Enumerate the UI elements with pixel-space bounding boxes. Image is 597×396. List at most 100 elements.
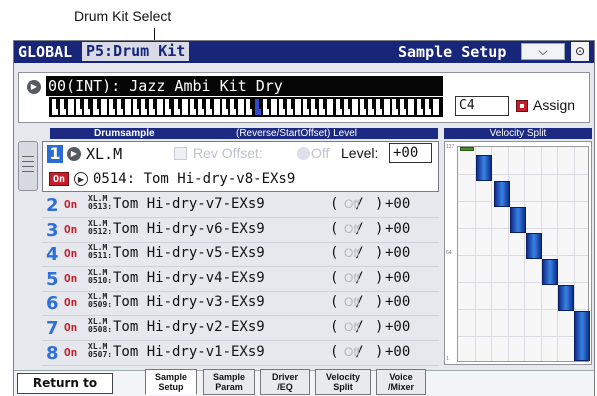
tab-sample-setup[interactable]: Sample Setup — [145, 369, 197, 395]
sample-row[interactable]: 2 On XL.M 0513: Tom Hi-dry-v7-EXs9( / Off) +00 — [42, 193, 439, 218]
piano-black-key[interactable] — [258, 99, 262, 109]
level-value[interactable]: +00 — [385, 344, 410, 360]
multisample-name[interactable]: Tom Hi-dry-v6-EXs9 — [113, 221, 265, 237]
sample-on-button[interactable]: On — [64, 296, 77, 309]
piano-black-key[interactable] — [169, 99, 173, 109]
velocity-zone-bar[interactable] — [510, 207, 526, 233]
sample-row[interactable]: 7 On XL.M 0508: Tom Hi-dry-v2-EXs9( / Off) +00 — [42, 316, 439, 341]
piano-black-key[interactable] — [193, 99, 197, 109]
piano-black-key[interactable] — [120, 99, 124, 109]
piano-key[interactable] — [351, 99, 358, 115]
piano-black-key[interactable] — [380, 99, 383, 109]
piano-black-key[interactable] — [201, 99, 205, 109]
sample-on-button[interactable]: On — [64, 247, 77, 260]
key-note-field[interactable]: C4 — [455, 96, 509, 116]
offset-value[interactable]: Off — [344, 222, 360, 236]
offset-value[interactable]: Off — [344, 246, 360, 260]
piano-black-key[interactable] — [420, 99, 424, 109]
lock-button[interactable]: ⊙ — [571, 42, 589, 61]
level-value[interactable]: +00 — [385, 294, 410, 310]
tab-sample-param[interactable]: Sample Param — [203, 369, 255, 395]
sample-on-button[interactable]: On — [64, 198, 77, 211]
bank-value[interactable]: XL.M — [86, 145, 122, 163]
piano-black-key[interactable] — [307, 99, 311, 109]
piano-key[interactable] — [295, 99, 301, 115]
piano-key[interactable] — [408, 99, 415, 115]
piano-black-key[interactable] — [209, 99, 213, 109]
assign-checkbox[interactable] — [516, 100, 528, 112]
piano-black-key[interactable] — [177, 99, 181, 109]
piano-black-key[interactable] — [56, 99, 59, 109]
level-field[interactable]: +00 — [389, 143, 432, 163]
piano-key[interactable] — [68, 99, 75, 115]
offset-value[interactable]: Off — [344, 295, 360, 309]
velocity-zone-bar[interactable] — [460, 147, 474, 151]
drum-kit-select[interactable]: 00(INT): Jazz Ambi Kit Dry — [46, 76, 443, 96]
piano-black-key[interactable] — [88, 99, 92, 109]
piano-black-key[interactable] — [371, 99, 375, 109]
piano-black-key[interactable] — [428, 99, 432, 109]
piano-black-key[interactable] — [347, 99, 351, 109]
piano-key[interactable] — [214, 99, 220, 115]
piano-black-key[interactable] — [315, 99, 319, 109]
multisample-name[interactable]: Tom Hi-dry-v5-EXs9 — [113, 245, 265, 261]
piano-black-key[interactable] — [339, 99, 343, 109]
offset-value[interactable]: Off — [344, 345, 360, 359]
piano-black-key[interactable] — [404, 99, 408, 109]
piano-black-key[interactable] — [266, 99, 270, 109]
multisample-name[interactable]: Tom Hi-dry-v3-EXs9 — [113, 294, 265, 310]
piano-black-key[interactable] — [250, 99, 254, 109]
piano-black-key[interactable] — [64, 99, 68, 109]
piano-black-key[interactable] — [363, 99, 367, 109]
offset-value[interactable]: Off — [344, 197, 360, 211]
bank-popup-button[interactable]: ▶ — [67, 147, 81, 161]
level-value[interactable]: +00 — [385, 245, 410, 261]
tab-driver-eq[interactable]: Driver/EQ — [260, 369, 310, 395]
sample-on-button[interactable]: On — [64, 321, 77, 334]
velocity-zone-bar[interactable] — [476, 155, 492, 181]
keyboard-graphic[interactable] — [49, 97, 443, 117]
piano-key[interactable] — [124, 99, 131, 115]
piano-key[interactable] — [384, 99, 391, 115]
piano-key[interactable] — [238, 99, 245, 115]
velocity-zone-bar[interactable] — [526, 233, 542, 259]
sample-row-1[interactable]: 1 ▶ XL.M Rev Offset: Off Level: +00 On ▶… — [42, 141, 439, 192]
piano-black-key[interactable] — [137, 99, 140, 109]
velocity-zone-bar[interactable] — [574, 311, 590, 361]
piano-black-key[interactable] — [290, 99, 294, 109]
piano-key[interactable] — [432, 99, 439, 115]
sample-on-button[interactable]: On — [49, 172, 69, 186]
sample-on-button[interactable]: On — [64, 346, 77, 359]
piano-key[interactable] — [327, 99, 334, 115]
multisample-name[interactable]: Tom Hi-dry-v4-EXs9 — [113, 270, 265, 286]
piano-black-key[interactable] — [323, 99, 327, 109]
level-value[interactable]: +00 — [385, 319, 410, 335]
sample-on-button[interactable]: On — [64, 272, 77, 285]
piano-black-key[interactable] — [145, 99, 149, 109]
velocity-zone-bar[interactable] — [494, 181, 510, 207]
piano-black-key[interactable] — [153, 99, 157, 109]
kit-popup-button[interactable]: ▶ — [27, 80, 41, 94]
piano-black-key[interactable] — [396, 99, 400, 109]
velocity-zone-bar[interactable] — [542, 259, 558, 285]
piano-black-key[interactable] — [282, 99, 286, 109]
tab-velocity-split[interactable]: Velocity Split — [315, 369, 371, 395]
velocity-split-graph[interactable]: 127 64 1 — [444, 141, 592, 365]
offset-popup-button[interactable] — [297, 147, 310, 160]
offset-value[interactable]: Off — [344, 320, 360, 334]
tab-voice-mixer[interactable]: Voice/Mixer — [376, 369, 426, 395]
multisample-name[interactable]: Tom Hi-dry-v2-EXs9 — [113, 319, 265, 335]
piano-key[interactable] — [100, 99, 107, 115]
piano-black-key[interactable] — [226, 99, 230, 109]
sample-row[interactable]: 8 On XL.M 0507: Tom Hi-dry-v1-EXs9( / Off) +00 — [42, 341, 439, 366]
piano-key[interactable] — [157, 99, 164, 115]
multisample-name[interactable]: Tom Hi-dry-v1-EXs9 — [113, 344, 265, 360]
piano-black-key[interactable] — [80, 99, 84, 109]
piano-black-key[interactable] — [96, 99, 100, 109]
level-value[interactable]: +00 — [385, 196, 410, 212]
scroll-handle[interactable] — [18, 141, 38, 191]
piano-key[interactable] — [270, 99, 277, 115]
velocity-zone-bar[interactable] — [558, 285, 574, 311]
rev-checkbox[interactable] — [174, 147, 187, 160]
level-value[interactable]: +00 — [385, 270, 410, 286]
